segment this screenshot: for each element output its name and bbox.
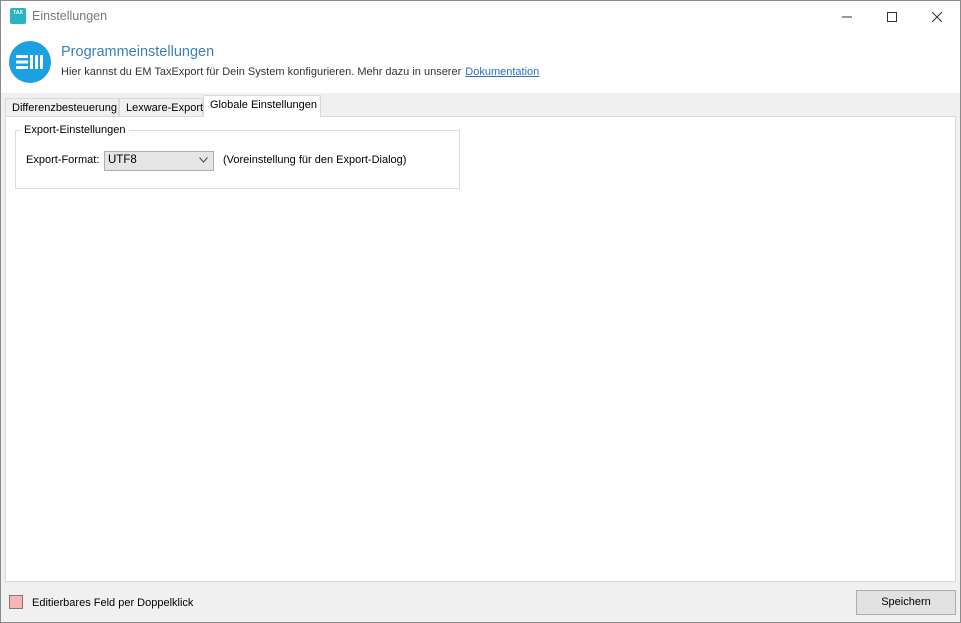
editable-field-legend: Editierbares Feld per Doppelklick [32,597,194,609]
page-title: Programmeinstellungen [61,44,215,60]
minimize-icon [842,16,852,17]
export-settings-group: Export-Einstellungen Export-Format: UTF8… [15,124,460,189]
tab-panel: Export-Einstellungen Export-Format: UTF8… [5,116,956,582]
chevron-down-icon [199,157,208,163]
title-bar[interactable]: TAX Einstellungen [1,1,960,32]
minimize-button[interactable] [824,1,870,32]
tab-differenzbesteuerung[interactable]: Differenzbesteuerung [5,98,119,117]
export-format-hint: (Voreinstellung für den Export-Dialog) [223,154,407,166]
maximize-button[interactable] [869,1,915,32]
maximize-icon [887,11,897,22]
tab-lexware-export[interactable]: Lexware-Export [119,98,203,117]
header: Programmeinstellungen Hier kannst du EM … [1,32,960,93]
export-format-value: UTF8 [108,154,137,166]
export-format-label: Export-Format: [26,154,100,166]
em-logo-icon [9,41,51,83]
window-title: Einstellungen [32,9,108,23]
editable-field-swatch [9,595,23,609]
group-title: Export-Einstellungen [21,124,129,136]
close-icon [932,11,942,22]
tab-bar: Differenzbesteuerung Lexware-Export Glob… [5,95,955,117]
export-format-select[interactable]: UTF8 [104,151,214,171]
app-icon: TAX [10,8,26,24]
page-subtitle: Hier kannst du EM TaxExport für Dein Sys… [61,66,539,78]
documentation-link[interactable]: Dokumentation [465,66,539,78]
close-button[interactable] [914,1,960,32]
tab-globale-einstellungen[interactable]: Globale Einstellungen [203,95,321,117]
save-button[interactable]: Speichern [856,590,956,615]
app-icon-text: TAX [13,10,23,16]
subtitle-text: Hier kannst du EM TaxExport für Dein Sys… [61,66,462,78]
settings-window: TAX Einstellungen Programmeinstellungen … [0,0,961,623]
